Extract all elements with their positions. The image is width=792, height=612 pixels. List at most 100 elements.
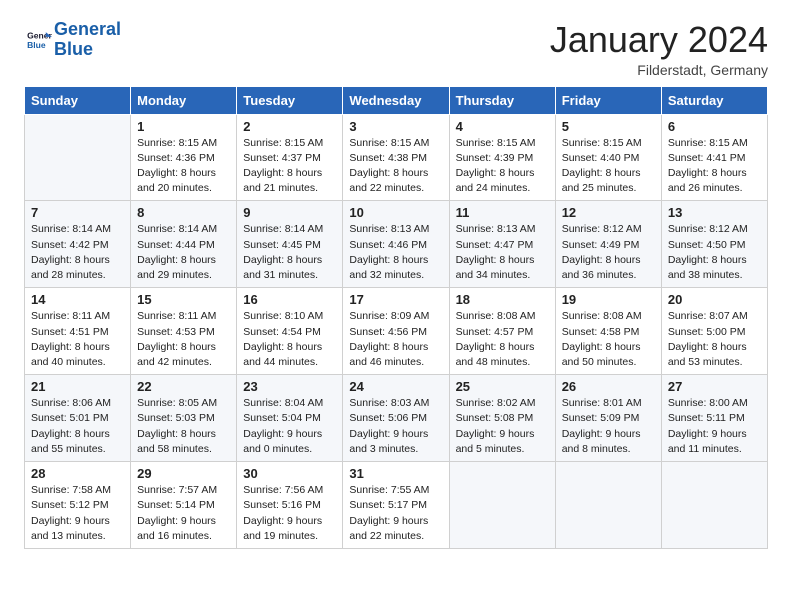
calendar-cell: 18Sunrise: 8:08 AMSunset: 4:57 PMDayligh… bbox=[449, 288, 555, 375]
day-number: 21 bbox=[31, 379, 124, 394]
calendar-cell: 25 Sunrise: 8:02 AMSunset: 5:08 PMDayligh… bbox=[449, 375, 555, 462]
calendar-cell: 8Sunrise: 8:14 AMSunset: 4:44 PMDaylight… bbox=[131, 201, 237, 288]
day-number: 16 bbox=[243, 292, 336, 307]
day-number: 24 bbox=[349, 379, 442, 394]
day-number: 3 bbox=[349, 119, 442, 134]
cell-info: Sunrise: 8:10 AMSunset: 4:54 PMDaylight:… bbox=[243, 309, 336, 370]
day-number: 12 bbox=[562, 205, 655, 220]
calendar-cell: 21 Sunrise: 8:06 AMSunset: 5:01 PMDayligh… bbox=[25, 375, 131, 462]
cell-info: Sunrise: 7:58 AMSunset: 5:12 PMDaylight:… bbox=[31, 483, 124, 544]
calendar-cell: 2 Sunrise: 8:15 AMSunset: 4:37 PMDaylight… bbox=[237, 114, 343, 201]
cell-info: Sunrise: 8:12 AMSunset: 4:50 PMDaylight:… bbox=[668, 222, 761, 283]
calendar-cell: 6 Sunrise: 8:15 AMSunset: 4:41 PMDaylight… bbox=[661, 114, 767, 201]
calendar-cell: 10 Sunrise: 8:13 AMSunset: 4:46 PMDayligh… bbox=[343, 201, 449, 288]
weekday-header-monday: Monday bbox=[131, 86, 237, 114]
cell-info: Sunrise: 8:14 AMSunset: 4:44 PMDaylight:… bbox=[137, 222, 230, 283]
day-number: 10 bbox=[349, 205, 442, 220]
cell-info: Sunrise: 8:01 AMSunset: 5:09 PMDaylight:… bbox=[562, 396, 655, 457]
cell-info: Sunrise: 8:09 AMSunset: 4:56 PMDaylight:… bbox=[349, 309, 442, 370]
day-number: 29 bbox=[137, 466, 230, 481]
calendar-cell bbox=[449, 462, 555, 549]
location: Filderstadt, Germany bbox=[550, 62, 768, 78]
cell-info: Sunrise: 8:08 AMSunset: 4:57 PMDaylight:… bbox=[456, 309, 549, 370]
logo-icon: General Blue bbox=[24, 26, 52, 54]
day-number: 19 bbox=[562, 292, 655, 307]
day-number: 2 bbox=[243, 119, 336, 134]
day-number: 6 bbox=[668, 119, 761, 134]
day-number: 27 bbox=[668, 379, 761, 394]
calendar-cell: 12Sunrise: 8:12 AMSunset: 4:49 PMDayligh… bbox=[555, 201, 661, 288]
weekday-header-saturday: Saturday bbox=[661, 86, 767, 114]
calendar-cell: 17 Sunrise: 8:09 AMSunset: 4:56 PMDayligh… bbox=[343, 288, 449, 375]
cell-info: Sunrise: 8:02 AMSunset: 5:08 PMDaylight:… bbox=[456, 396, 549, 457]
day-number: 20 bbox=[668, 292, 761, 307]
calendar-cell: 5 Sunrise: 8:15 AMSunset: 4:40 PMDaylight… bbox=[555, 114, 661, 201]
day-number: 31 bbox=[349, 466, 442, 481]
day-number: 4 bbox=[456, 119, 549, 134]
cell-info: Sunrise: 8:03 AMSunset: 5:06 PMDaylight:… bbox=[349, 396, 442, 457]
cell-info: Sunrise: 8:05 AMSunset: 5:03 PMDaylight:… bbox=[137, 396, 230, 457]
cell-info: Sunrise: 8:15 AMSunset: 4:38 PMDaylight:… bbox=[349, 136, 442, 197]
calendar-cell: 27Sunrise: 8:00 AMSunset: 5:11 PMDayligh… bbox=[661, 375, 767, 462]
cell-info: Sunrise: 8:08 AMSunset: 4:58 PMDaylight:… bbox=[562, 309, 655, 370]
cell-info: Sunrise: 8:13 AMSunset: 4:46 PMDaylight:… bbox=[349, 222, 442, 283]
calendar-cell: 7 Sunrise: 8:14 AMSunset: 4:42 PMDaylight… bbox=[25, 201, 131, 288]
weekday-header-friday: Friday bbox=[555, 86, 661, 114]
weekday-header-wednesday: Wednesday bbox=[343, 86, 449, 114]
cell-info: Sunrise: 8:07 AMSunset: 5:00 PMDaylight:… bbox=[668, 309, 761, 370]
calendar-table: SundayMondayTuesdayWednesdayThursdayFrid… bbox=[24, 86, 768, 549]
logo: General Blue GeneralBlue bbox=[24, 20, 121, 60]
calendar-cell: 20 Sunrise: 8:07 AMSunset: 5:00 PMDayligh… bbox=[661, 288, 767, 375]
day-number: 25 bbox=[456, 379, 549, 394]
calendar-cell bbox=[661, 462, 767, 549]
calendar-cell: 14 Sunrise: 8:11 AMSunset: 4:51 PMDayligh… bbox=[25, 288, 131, 375]
cell-info: Sunrise: 8:13 AMSunset: 4:47 PMDaylight:… bbox=[456, 222, 549, 283]
day-number: 7 bbox=[31, 205, 124, 220]
cell-info: Sunrise: 8:15 AMSunset: 4:40 PMDaylight:… bbox=[562, 136, 655, 197]
calendar-cell: 9 Sunrise: 8:14 AMSunset: 4:45 PMDaylight… bbox=[237, 201, 343, 288]
cell-info: Sunrise: 8:14 AMSunset: 4:42 PMDaylight:… bbox=[31, 222, 124, 283]
calendar-cell: 11 Sunrise: 8:13 AMSunset: 4:47 PMDayligh… bbox=[449, 201, 555, 288]
day-number: 22 bbox=[137, 379, 230, 394]
weekday-header-tuesday: Tuesday bbox=[237, 86, 343, 114]
calendar-cell: 24 Sunrise: 8:03 AMSunset: 5:06 PMDayligh… bbox=[343, 375, 449, 462]
day-number: 11 bbox=[456, 205, 549, 220]
page-header: General Blue GeneralBlue January 2024 Fi… bbox=[24, 20, 768, 78]
cell-info: Sunrise: 7:57 AMSunset: 5:14 PMDaylight:… bbox=[137, 483, 230, 544]
cell-info: Sunrise: 7:55 AMSunset: 5:17 PMDaylight:… bbox=[349, 483, 442, 544]
calendar-cell: 23Sunrise: 8:04 AMSunset: 5:04 PMDayligh… bbox=[237, 375, 343, 462]
day-number: 14 bbox=[31, 292, 124, 307]
cell-info: Sunrise: 8:15 AMSunset: 4:37 PMDaylight:… bbox=[243, 136, 336, 197]
day-number: 15 bbox=[137, 292, 230, 307]
day-number: 28 bbox=[31, 466, 124, 481]
calendar-cell bbox=[25, 114, 131, 201]
calendar-cell: 22 Sunrise: 8:05 AMSunset: 5:03 PMDayligh… bbox=[131, 375, 237, 462]
calendar-cell: 26 Sunrise: 8:01 AMSunset: 5:09 PMDayligh… bbox=[555, 375, 661, 462]
cell-info: Sunrise: 8:14 AMSunset: 4:45 PMDaylight:… bbox=[243, 222, 336, 283]
title-block: January 2024 Filderstadt, Germany bbox=[550, 20, 768, 78]
month-title: January 2024 bbox=[550, 20, 768, 60]
day-number: 1 bbox=[137, 119, 230, 134]
calendar-cell: 31 Sunrise: 7:55 AMSunset: 5:17 PMDayligh… bbox=[343, 462, 449, 549]
weekday-header-thursday: Thursday bbox=[449, 86, 555, 114]
cell-info: Sunrise: 8:15 AMSunset: 4:41 PMDaylight:… bbox=[668, 136, 761, 197]
cell-info: Sunrise: 8:15 AMSunset: 4:36 PMDaylight:… bbox=[137, 136, 230, 197]
calendar-cell: 19 Sunrise: 8:08 AMSunset: 4:58 PMDayligh… bbox=[555, 288, 661, 375]
svg-text:Blue: Blue bbox=[27, 40, 46, 50]
cell-info: Sunrise: 8:06 AMSunset: 5:01 PMDaylight:… bbox=[31, 396, 124, 457]
calendar-cell: 30Sunrise: 7:56 AMSunset: 5:16 PMDayligh… bbox=[237, 462, 343, 549]
day-number: 23 bbox=[243, 379, 336, 394]
cell-info: Sunrise: 8:11 AMSunset: 4:51 PMDaylight:… bbox=[31, 309, 124, 370]
day-number: 26 bbox=[562, 379, 655, 394]
day-number: 17 bbox=[349, 292, 442, 307]
calendar-cell: 16 Sunrise: 8:10 AMSunset: 4:54 PMDayligh… bbox=[237, 288, 343, 375]
day-number: 5 bbox=[562, 119, 655, 134]
day-number: 30 bbox=[243, 466, 336, 481]
cell-info: Sunrise: 8:15 AMSunset: 4:39 PMDaylight:… bbox=[456, 136, 549, 197]
day-number: 9 bbox=[243, 205, 336, 220]
calendar-cell: 13Sunrise: 8:12 AMSunset: 4:50 PMDayligh… bbox=[661, 201, 767, 288]
calendar-cell: 29 Sunrise: 7:57 AMSunset: 5:14 PMDayligh… bbox=[131, 462, 237, 549]
calendar-cell bbox=[555, 462, 661, 549]
logo-text: GeneralBlue bbox=[54, 20, 121, 60]
calendar-cell: 1 Sunrise: 8:15 AMSunset: 4:36 PMDaylight… bbox=[131, 114, 237, 201]
